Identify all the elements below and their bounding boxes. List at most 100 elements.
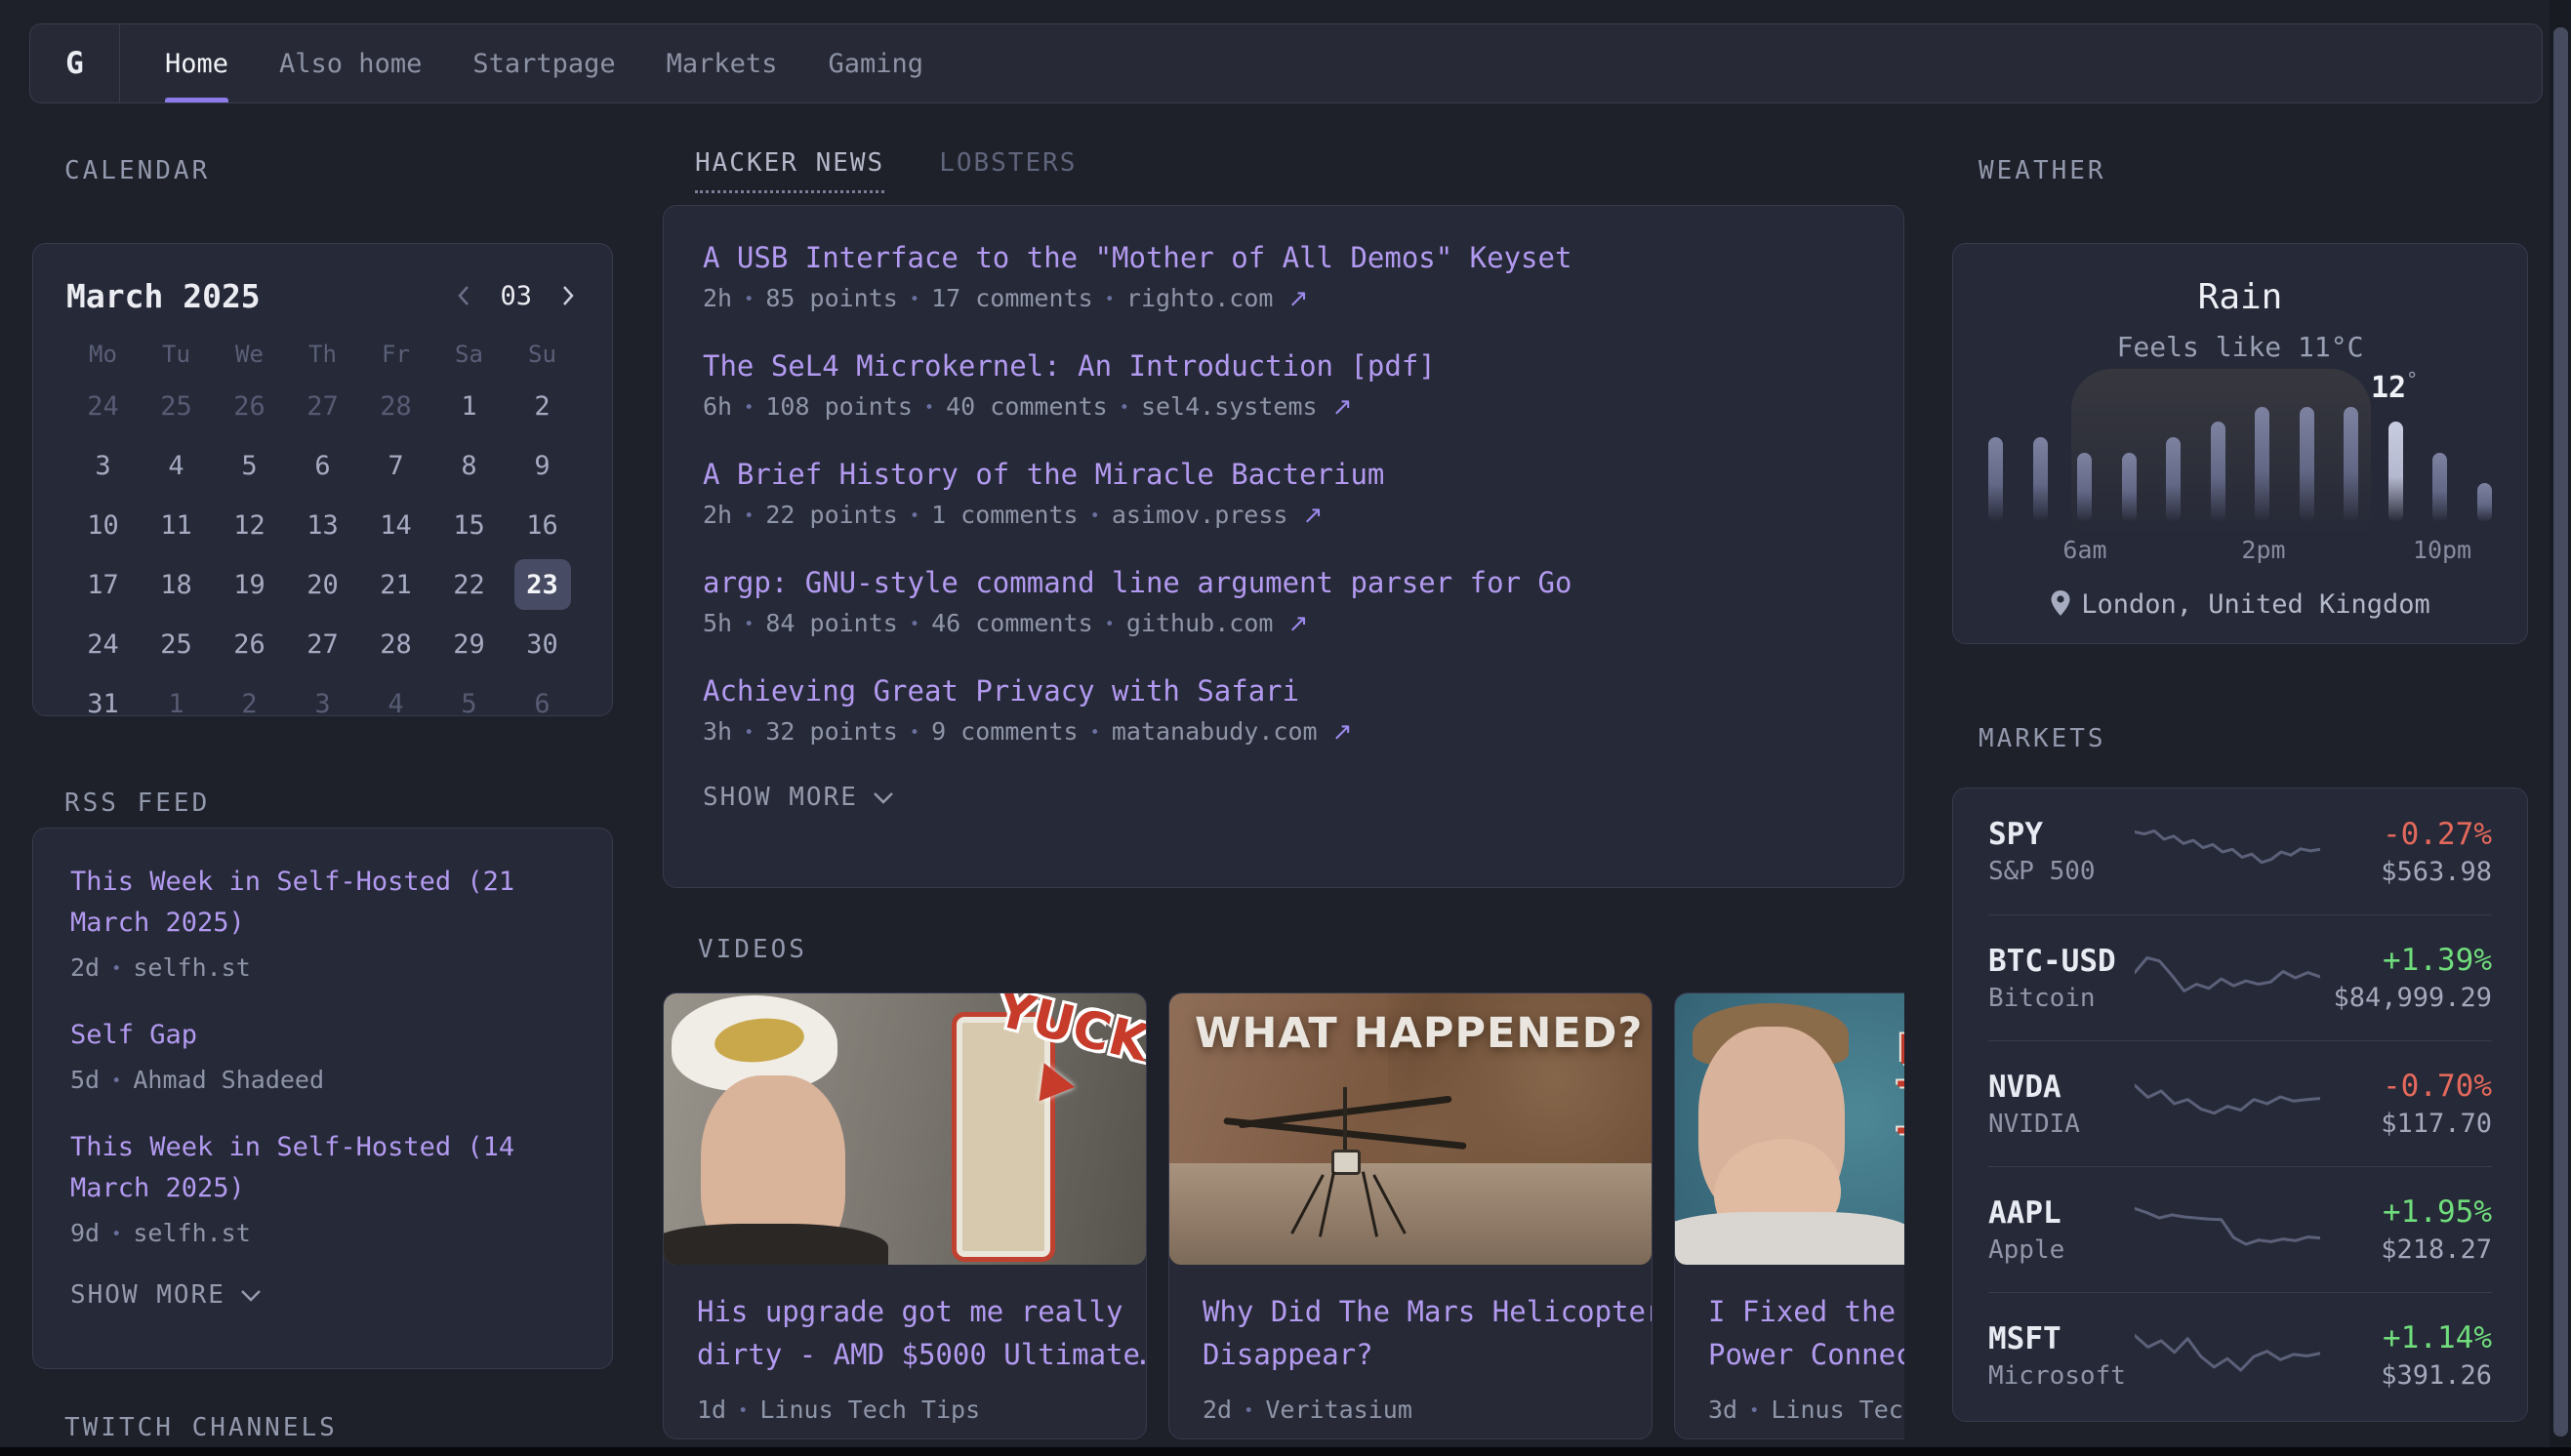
calendar-day[interactable]: 10 (66, 499, 140, 551)
rss-item: This Week in Self-Hosted (21 March 2025)… (70, 862, 575, 982)
news-item-domain[interactable]: github.com ↗ (1126, 609, 1309, 637)
weather-hour-bar (1988, 437, 2003, 522)
calendar-day[interactable]: 16 (506, 499, 579, 551)
calendar-day[interactable]: 1 (432, 380, 506, 432)
calendar-day-selected[interactable]: 23 (506, 558, 579, 611)
calendar-day[interactable]: 3 (66, 439, 140, 492)
calendar-day[interactable]: 2 (506, 380, 579, 432)
news-item-domain[interactable]: sel4.systems ↗ (1141, 392, 1353, 421)
video-card[interactable]: YUCK His upgrade got me reallydirty - AM… (663, 992, 1147, 1439)
calendar-day[interactable]: 5 (213, 439, 286, 492)
video-title[interactable]: Why Did The Mars Helicopter (1203, 1290, 1618, 1333)
calendar-day[interactable]: 20 (286, 558, 359, 611)
calendar-prev-icon[interactable] (453, 281, 474, 310)
rss-item-title[interactable]: Self Gap (70, 1015, 575, 1056)
news-item-domain[interactable]: asimov.press ↗ (1112, 501, 1324, 529)
scrollbar-track[interactable] (2550, 0, 2571, 1456)
sparkline-chart (2135, 1324, 2320, 1387)
nav-tab-also-home[interactable]: Also home (279, 24, 422, 102)
calendar-day[interactable]: 7 (359, 439, 432, 492)
nav-tab-home[interactable]: Home (165, 24, 228, 102)
calendar-day[interactable]: 18 (140, 558, 213, 611)
calendar-day[interactable]: 30 (506, 618, 579, 670)
video-card[interactable]: WHAT HAPPENED? Why Did The Mars Helicopt… (1168, 992, 1653, 1439)
calendar-day[interactable]: 13 (286, 499, 359, 551)
news-item-title[interactable]: A USB Interface to the "Mother of All De… (703, 241, 1864, 274)
scrollbar-thumb[interactable] (2553, 27, 2568, 1436)
news-item-title[interactable]: A Brief History of the Miracle Bacterium (703, 458, 1864, 491)
news-item-domain[interactable]: matanabudy.com ↗ (1112, 717, 1353, 746)
calendar-day[interactable]: 22 (432, 558, 506, 611)
calendar-day[interactable]: 4 (359, 677, 432, 730)
calendar-day[interactable]: 14 (359, 499, 432, 551)
news-show-more-button[interactable]: SHOW MORE (703, 783, 1864, 812)
app-logo[interactable]: G (30, 24, 120, 102)
calendar-day[interactable]: 27 (286, 618, 359, 670)
nav-tab-gaming[interactable]: Gaming (828, 24, 923, 102)
calendar-day[interactable]: 9 (506, 439, 579, 492)
calendar-day[interactable]: 4 (140, 439, 213, 492)
calendar-day[interactable]: 24 (66, 380, 140, 432)
nav-tab-startpage[interactable]: Startpage (472, 24, 615, 102)
market-row-btc-usd[interactable]: BTC-USD Bitcoin +1.39% $84,999.29 (1988, 914, 2492, 1040)
news-item-domain[interactable]: righto.com ↗ (1126, 284, 1309, 312)
weather-location: London, United Kingdom (1953, 589, 2527, 620)
video-card[interactable]: DOTHT I Fixed the 5Power Connect 3d•Linu… (1674, 992, 1904, 1439)
helicopter-body-graphic (1331, 1150, 1361, 1175)
calendar-day[interactable]: 2 (213, 677, 286, 730)
news-item-title[interactable]: The SeL4 Microkernel: An Introduction [p… (703, 349, 1864, 383)
news-item-title[interactable]: Achieving Great Privacy with Safari (703, 674, 1864, 708)
video-title[interactable]: I Fixed the 5 (1708, 1290, 1904, 1333)
calendar-day[interactable]: 31 (66, 677, 140, 730)
calendar-day[interactable]: 24 (66, 618, 140, 670)
video-thumbnail[interactable]: WHAT HAPPENED? (1169, 993, 1652, 1265)
calendar-day[interactable]: 15 (432, 499, 506, 551)
rss-show-more-button[interactable]: SHOW MORE (70, 1280, 575, 1310)
calendar-day[interactable]: 8 (432, 439, 506, 492)
market-row-msft[interactable]: MSFT Microsoft +1.14% $391.26 (1988, 1292, 2492, 1418)
calendar-day[interactable]: 17 (66, 558, 140, 611)
calendar-day[interactable]: 28 (359, 618, 432, 670)
calendar-day[interactable]: 1 (140, 677, 213, 730)
calendar-day[interactable]: 3 (286, 677, 359, 730)
calendar-day[interactable]: 21 (359, 558, 432, 611)
weather-hour-bar (2077, 453, 2092, 522)
video-title[interactable]: dirty - AMD $5000 Ultimate… (697, 1333, 1113, 1376)
calendar-day[interactable]: 19 (213, 558, 286, 611)
weather-feels-like: Feels like 11°C (1953, 331, 2527, 363)
calendar-day[interactable]: 25 (140, 618, 213, 670)
market-symbol: MSFT (1988, 1321, 2135, 1356)
rss-item-title[interactable]: This Week in Self-Hosted (21 March 2025) (70, 862, 575, 944)
video-title[interactable]: Disappear? (1203, 1333, 1618, 1376)
market-row-spy[interactable]: SPY S&P 500 -0.27% $563.98 (1988, 789, 2492, 914)
video-thumbnail[interactable]: DOTHT (1675, 993, 1904, 1265)
market-row-nvda[interactable]: NVDA NVIDIA -0.70% $117.70 (1988, 1040, 2492, 1166)
news-item-meta: 6h•108 points•40 comments•sel4.systems ↗ (703, 392, 1864, 421)
calendar-weekday-label: Sa (432, 336, 506, 373)
hacker-news-widget: A USB Interface to the "Mother of All De… (663, 205, 1904, 888)
calendar-day[interactable]: 12 (213, 499, 286, 551)
video-title[interactable]: His upgrade got me really (697, 1290, 1113, 1333)
calendar-day[interactable]: 6 (506, 677, 579, 730)
news-item-title[interactable]: argp: GNU-style command line argument pa… (703, 566, 1864, 599)
rss-item-title[interactable]: This Week in Self-Hosted (14 March 2025) (70, 1127, 575, 1209)
nav-tab-markets[interactable]: Markets (667, 24, 778, 102)
calendar-day[interactable]: 25 (140, 380, 213, 432)
external-link-icon: ↗ (1287, 609, 1308, 637)
calendar-day[interactable]: 26 (213, 380, 286, 432)
calendar-day[interactable]: 6 (286, 439, 359, 492)
calendar-day[interactable]: 5 (432, 677, 506, 730)
sparkline-chart (2135, 1198, 2320, 1261)
calendar-day[interactable]: 11 (140, 499, 213, 551)
market-symbol: BTC-USD (1988, 944, 2135, 979)
calendar-day[interactable]: 29 (432, 618, 506, 670)
calendar-next-icon[interactable] (557, 281, 579, 310)
video-thumbnail[interactable]: YUCK (664, 993, 1146, 1265)
calendar-day[interactable]: 27 (286, 380, 359, 432)
market-row-aapl[interactable]: AAPL Apple +1.95% $218.27 (1988, 1166, 2492, 1292)
tab-lobsters[interactable]: LOBSTERS (939, 148, 1077, 193)
tab-hacker-news[interactable]: HACKER NEWS (695, 148, 884, 193)
video-title[interactable]: Power Connect (1708, 1333, 1904, 1376)
calendar-day[interactable]: 26 (213, 618, 286, 670)
calendar-day[interactable]: 28 (359, 380, 432, 432)
